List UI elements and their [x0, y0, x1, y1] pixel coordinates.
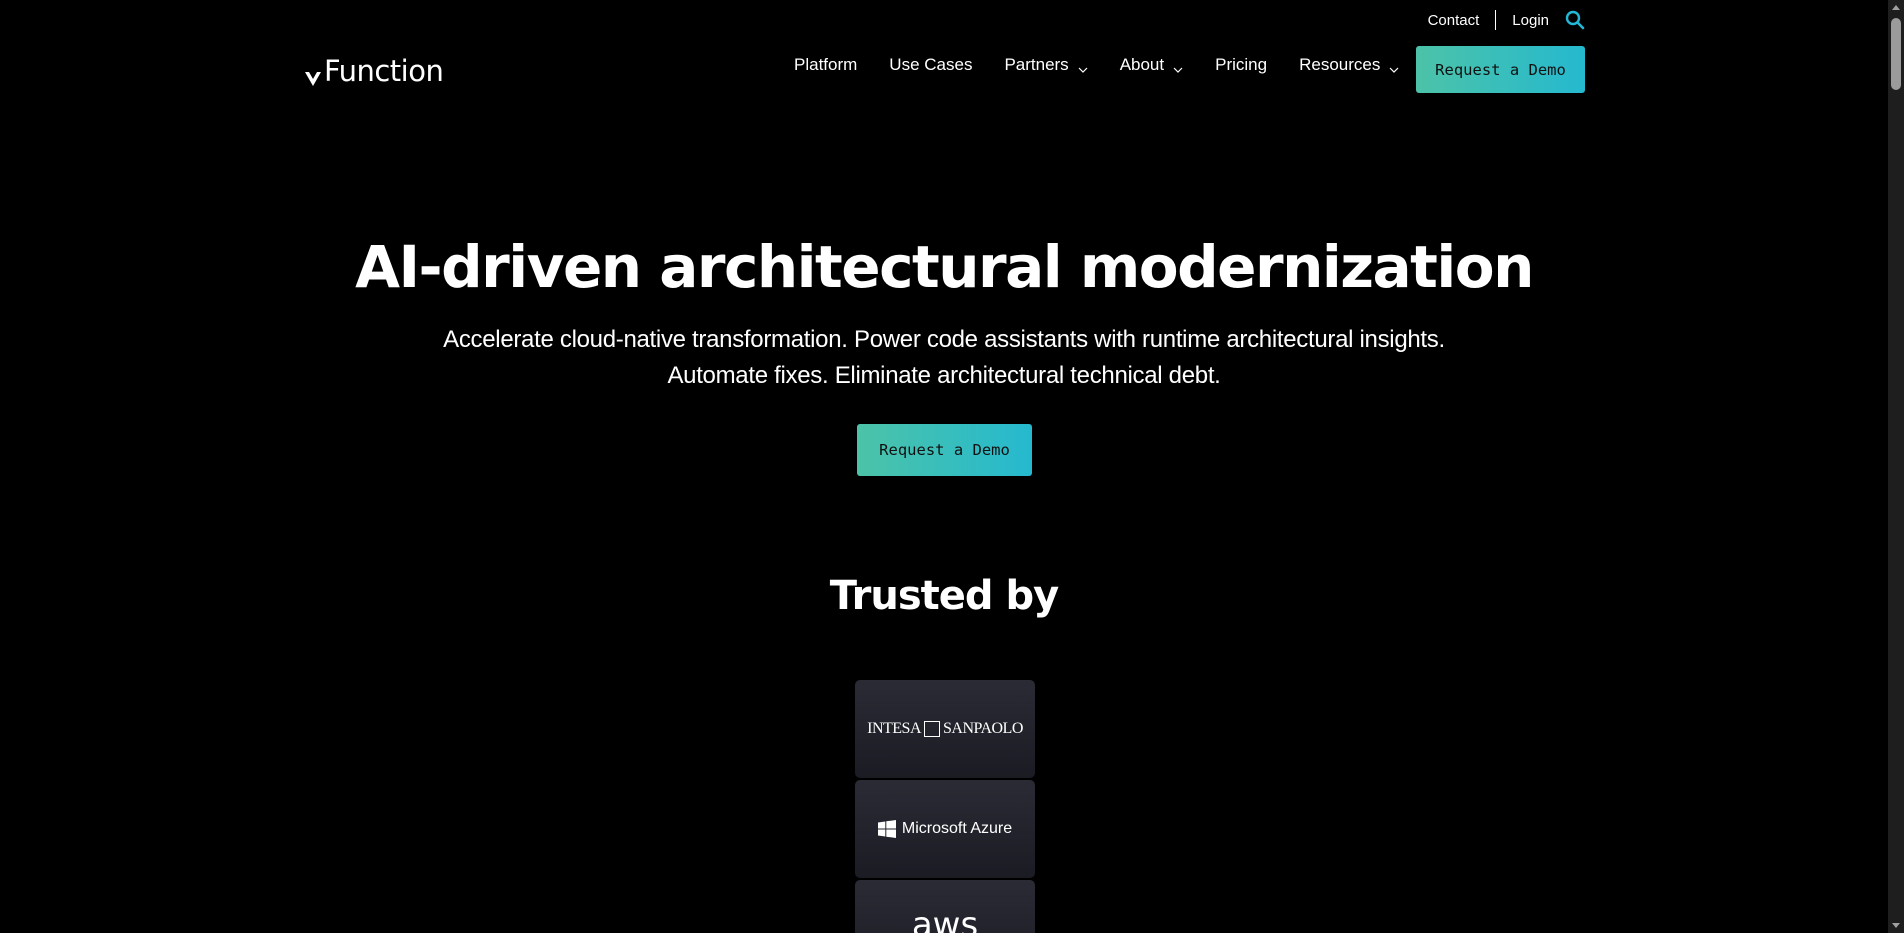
logo-text: Function — [324, 54, 444, 88]
intesa-emblem-icon — [924, 721, 940, 737]
intesa-word: INTESA — [867, 720, 921, 737]
scroll-up-arrow-icon[interactable] — [1892, 5, 1900, 10]
nav-about[interactable]: About — [1120, 55, 1183, 75]
nav-label: Use Cases — [889, 55, 973, 74]
aws-logo: aws — [911, 905, 979, 933]
nav-label: Resources — [1299, 55, 1381, 74]
login-link[interactable]: Login — [1512, 12, 1549, 29]
logo-card-microsoft-azure: Microsoft Azure — [855, 780, 1035, 878]
nav-label: Platform — [794, 55, 858, 74]
nav-use-cases[interactable]: Use Cases — [889, 55, 972, 75]
logo-card-intesa-sanpaolo: INTESA SANPAOLO — [855, 680, 1035, 778]
utility-bar: Contact Login — [1428, 9, 1585, 31]
nav-pricing[interactable]: Pricing — [1215, 55, 1267, 75]
main-nav: Platform Use Cases Partners About Pricin… — [794, 55, 1431, 75]
nav-resources[interactable]: Resources — [1299, 55, 1399, 75]
scrollbar-thumb[interactable] — [1891, 18, 1901, 90]
scroll-down-arrow-icon[interactable] — [1892, 923, 1900, 928]
hero-request-demo-button[interactable]: Request a Demo — [857, 424, 1032, 476]
hero-subtitle-line: Accelerate cloud-native transformation. … — [443, 326, 1445, 353]
hero-subtitle-line: Automate fixes. Eliminate architectural … — [667, 362, 1221, 389]
chevron-down-icon — [1173, 60, 1183, 73]
hero-title: AI-driven architectural modernization — [355, 233, 1534, 301]
nav-label: About — [1119, 55, 1165, 74]
nav-label: Pricing — [1215, 55, 1268, 74]
header-request-demo-button[interactable]: Request a Demo — [1416, 46, 1585, 93]
utility-divider — [1495, 10, 1497, 30]
windows-logo-icon — [877, 820, 896, 838]
azure-name: Microsoft Azure — [901, 820, 1013, 837]
chevron-down-icon — [1389, 60, 1399, 73]
nav-platform[interactable]: Platform — [794, 55, 857, 75]
logo-card-aws: aws — [855, 880, 1035, 933]
trusted-by-heading: Trusted by — [829, 573, 1059, 619]
nav-label: Partners — [1004, 55, 1069, 74]
hero-subtitle: Accelerate cloud-native transformation. … — [0, 322, 1888, 394]
sanpaolo-word: SANPAOLO — [943, 720, 1023, 737]
chevron-down-icon — [1078, 60, 1088, 73]
intesa-sanpaolo-logo: INTESA SANPAOLO — [867, 720, 1023, 738]
site-logo[interactable]: Function — [304, 54, 444, 88]
microsoft-azure-logo: Microsoft Azure — [877, 820, 1013, 838]
contact-link[interactable]: Contact — [1428, 12, 1480, 29]
nav-partners[interactable]: Partners — [1004, 55, 1088, 75]
search-icon[interactable] — [1565, 10, 1585, 30]
page-scrollbar[interactable] — [1888, 0, 1904, 933]
vfunction-v-icon — [304, 61, 322, 86]
